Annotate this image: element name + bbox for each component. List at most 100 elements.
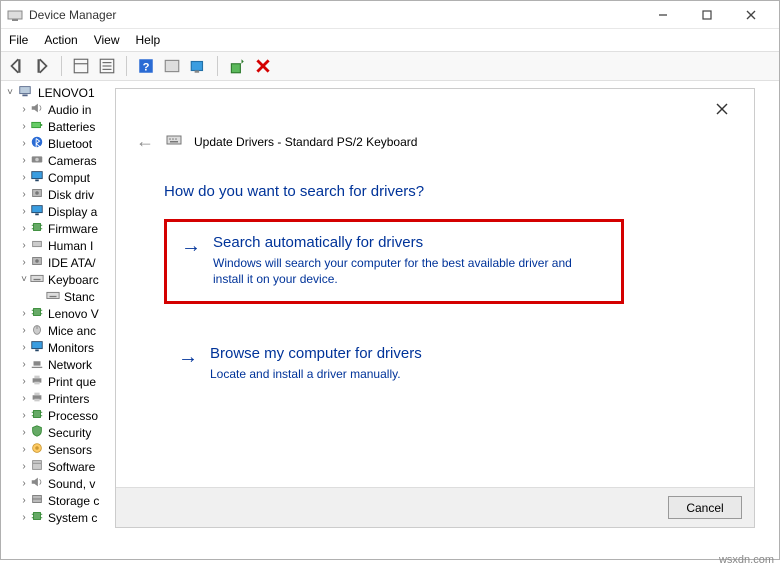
tree-item[interactable]: ›Disk driv (4, 186, 116, 203)
tree-item[interactable]: ›Sound, v (4, 475, 116, 492)
chip-icon (30, 407, 44, 424)
chevron-right-icon[interactable]: › (18, 155, 30, 166)
uninstall-icon[interactable] (254, 57, 272, 75)
minimize-button[interactable] (641, 2, 685, 28)
separator (61, 56, 62, 76)
tree-item[interactable]: › Printers (4, 390, 116, 407)
chip-icon (30, 220, 44, 237)
network-icon (30, 356, 44, 373)
tree-item[interactable]: ›Audio in (4, 101, 116, 118)
tree-item-label: Security (44, 426, 91, 440)
forward-icon[interactable] (33, 57, 51, 75)
chevron-right-icon[interactable]: › (18, 376, 30, 387)
maximize-button[interactable] (685, 2, 729, 28)
tree-item-label: IDE ATA/ (44, 256, 96, 270)
chevron-down-icon[interactable]: ˅ (18, 274, 30, 285)
cancel-button[interactable]: Cancel (668, 496, 742, 519)
monitor-icon (30, 339, 44, 356)
tree-item-label: Printers (44, 392, 89, 406)
chevron-right-icon[interactable]: › (18, 189, 30, 200)
tree-item[interactable]: Stanc (4, 288, 116, 305)
chevron-right-icon[interactable]: › (18, 512, 30, 523)
tree-item[interactable]: ›Comput (4, 169, 116, 186)
back-arrow-icon[interactable]: ← (136, 131, 154, 152)
chevron-right-icon[interactable]: › (18, 240, 30, 251)
tree-item[interactable]: › Cameras (4, 152, 116, 169)
option-browse-computer[interactable]: → Browse my computer for drivers Locate … (164, 333, 624, 396)
action-icon[interactable] (163, 57, 181, 75)
update-icon[interactable] (228, 57, 246, 75)
back-icon[interactable] (7, 57, 25, 75)
separator (126, 56, 127, 76)
dialog-header: ← Update Drivers - Standard PS/2 Keyboar… (136, 131, 417, 152)
tree-item[interactable]: ›Monitors (4, 339, 116, 356)
chevron-right-icon[interactable]: › (18, 461, 30, 472)
chevron-right-icon[interactable]: › (18, 206, 30, 217)
expander-icon[interactable]: ˅ (4, 87, 16, 98)
tree-item[interactable]: ›Sensors (4, 441, 116, 458)
battery-icon (30, 118, 44, 135)
tree-item[interactable]: ›Network (4, 356, 116, 373)
chevron-right-icon[interactable]: › (18, 104, 30, 115)
menu-file[interactable]: File (9, 33, 28, 47)
chevron-right-icon[interactable]: › (18, 138, 30, 149)
chevron-right-icon[interactable]: › (18, 478, 30, 489)
tree-item[interactable]: ›Software (4, 458, 116, 475)
menu-view[interactable]: View (94, 33, 120, 47)
chevron-right-icon[interactable]: › (18, 257, 30, 268)
tree-item[interactable]: ›Batteries (4, 118, 116, 135)
tree-item[interactable]: › Human I (4, 237, 116, 254)
option-title: Browse my computer for drivers (210, 345, 422, 362)
chevron-right-icon[interactable]: › (18, 121, 30, 132)
printer-icon (30, 373, 44, 390)
tree-item[interactable]: › Security (4, 424, 116, 441)
tree-item-label: System c (44, 511, 97, 525)
chevron-right-icon[interactable]: › (18, 410, 30, 421)
list-icon[interactable] (98, 57, 116, 75)
tree-root[interactable]: ˅ LENOVO1 (4, 84, 116, 101)
tree-item[interactable]: › System c (4, 509, 116, 526)
tree-item[interactable]: ›Processo (4, 407, 116, 424)
menu-action[interactable]: Action (44, 33, 77, 47)
scan-icon[interactable] (189, 57, 207, 75)
device-tree[interactable]: ˅ LENOVO1 ›Audio in›Batteries›Bluetoot›C… (4, 84, 116, 554)
camera-icon (30, 152, 44, 169)
menu-help[interactable]: Help (136, 33, 161, 47)
tree-item[interactable]: › Display a (4, 203, 116, 220)
help-icon[interactable]: ? (137, 57, 155, 75)
chevron-right-icon[interactable]: › (18, 342, 30, 353)
tree-item[interactable]: ˅Keyboarc (4, 271, 116, 288)
tree-item-label: Cameras (44, 154, 97, 168)
sensor-icon (30, 441, 44, 458)
chevron-right-icon[interactable]: › (18, 495, 30, 506)
tree-item[interactable]: ›Mice anc (4, 322, 116, 339)
tree-item-label: Human I (44, 239, 93, 253)
properties-icon[interactable] (72, 57, 90, 75)
computer-icon (18, 84, 32, 101)
chevron-right-icon[interactable]: › (18, 393, 30, 404)
chevron-right-icon[interactable]: › (18, 223, 30, 234)
dialog-close-button[interactable] (704, 97, 740, 121)
option-title: Search automatically for drivers (213, 234, 603, 251)
window-title: Device Manager (29, 8, 641, 22)
tree-item-label: Display a (44, 205, 97, 219)
chevron-right-icon[interactable]: › (18, 308, 30, 319)
chevron-right-icon[interactable]: › (18, 325, 30, 336)
tree-root-label: LENOVO1 (32, 86, 95, 100)
chip-icon (30, 305, 44, 322)
tree-item[interactable]: ›Firmware (4, 220, 116, 237)
chevron-right-icon[interactable]: › (18, 444, 30, 455)
arrow-icon: → (181, 234, 201, 287)
chevron-right-icon[interactable]: › (18, 172, 30, 183)
keyboard-icon (30, 271, 44, 288)
tree-item[interactable]: ›Storage c (4, 492, 116, 509)
chevron-right-icon[interactable]: › (18, 427, 30, 438)
tree-item[interactable]: ›Print que (4, 373, 116, 390)
tree-item[interactable]: ›Lenovo V (4, 305, 116, 322)
tree-item[interactable]: › IDE ATA/ (4, 254, 116, 271)
dialog-footer: Cancel (116, 487, 754, 527)
option-search-automatically[interactable]: → Search automatically for drivers Windo… (164, 219, 624, 304)
chevron-right-icon[interactable]: › (18, 359, 30, 370)
tree-item[interactable]: ›Bluetoot (4, 135, 116, 152)
close-button[interactable] (729, 2, 773, 28)
